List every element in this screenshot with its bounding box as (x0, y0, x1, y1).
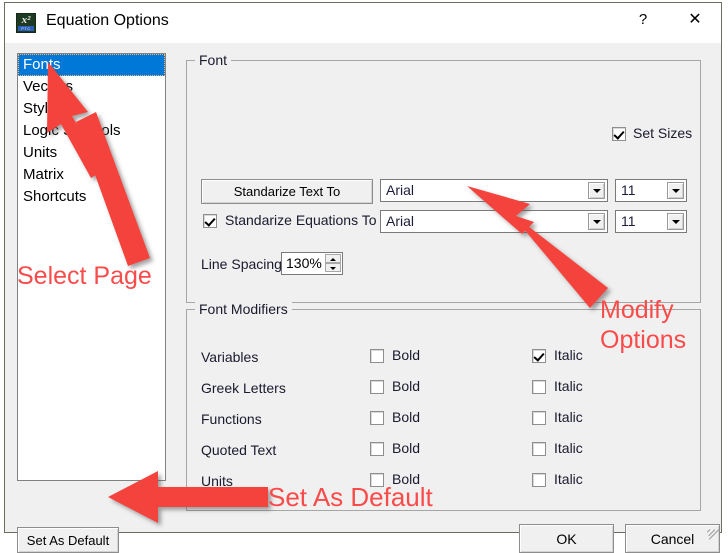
greek-letters-italic-checkbox[interactable] (532, 380, 546, 394)
spinner-buttons[interactable] (325, 254, 341, 273)
quoted-text-bold-checkbox[interactable] (370, 442, 384, 456)
sidebar-item-styles[interactable]: Styles (18, 98, 165, 120)
standarize-text-font-combo[interactable]: Arial (380, 179, 608, 202)
line-spacing-stepper[interactable]: 130% (281, 252, 343, 275)
variables-bold-checkbox[interactable] (370, 349, 384, 363)
sidebar-item-logic-symbols[interactable]: Logic Symbols (18, 120, 165, 142)
set-sizes-label: Set Sizes (633, 125, 693, 141)
equation-app-icon: x² PTC (16, 13, 36, 33)
modifier-row-label-variables: Variables (201, 349, 259, 365)
chevron-down-icon[interactable] (667, 182, 684, 199)
functions-bold-label: Bold (392, 409, 421, 425)
standarize-equations-label: Standarize Equations To (225, 212, 377, 228)
standarize-equations-checkbox[interactable] (203, 214, 217, 228)
sidebar-item-shortcuts[interactable]: Shortcuts (18, 186, 165, 208)
resize-grip[interactable] (706, 517, 720, 540)
modifier-row-label-units: Units (201, 473, 233, 489)
help-icon[interactable]: ? (621, 5, 665, 35)
standarize-equations-font-combo[interactable]: Arial (380, 210, 608, 233)
app-icon-band: PTC (18, 26, 34, 31)
modifier-row-label-functions: Functions (201, 411, 262, 427)
font-group-title: Font (195, 52, 232, 68)
units-italic-checkbox[interactable] (532, 473, 546, 487)
annotation-modify-line2: Options (600, 326, 687, 354)
functions-italic-label: Italic (554, 409, 583, 425)
modifier-row-label-quoted-text: Quoted Text (201, 442, 277, 458)
set-sizes-checkbox[interactable] (612, 127, 626, 141)
font-group: Font Set Sizes Standarize Text To Arial … (186, 52, 701, 303)
functions-bold-checkbox[interactable] (370, 411, 384, 425)
greek-letters-italic-label: Italic (554, 378, 583, 394)
standarize-equations-font-value: Arial (386, 213, 415, 229)
annotation-set-as-default: Set As Default (268, 482, 433, 512)
greek-letters-bold-checkbox[interactable] (370, 380, 384, 394)
line-spacing-value: 130% (286, 255, 322, 271)
quoted-text-bold-label: Bold (392, 440, 421, 456)
annotation-modify-options: Modify Options (600, 295, 686, 355)
annotation-modify-line1: Modify (600, 296, 674, 324)
quoted-text-italic-checkbox[interactable] (532, 442, 546, 456)
variables-italic-label: Italic (554, 347, 583, 363)
chevron-down-icon[interactable] (588, 213, 605, 230)
variables-italic-checkbox[interactable] (532, 349, 546, 363)
greek-letters-bold-label: Bold (392, 378, 421, 394)
spinner-up-icon[interactable] (325, 254, 341, 263)
sidebar-item-units[interactable]: Units (18, 142, 165, 164)
sidebar-item-vectors[interactable]: Vectors (18, 76, 165, 98)
ok-button[interactable]: OK (519, 524, 614, 553)
standarize-text-size-combo[interactable]: 11 (615, 179, 687, 202)
set-as-default-button[interactable]: Set As Default (17, 527, 119, 553)
app-icon-glyph: x² (21, 14, 31, 26)
page-title: Equation Options (46, 12, 169, 29)
functions-italic-checkbox[interactable] (532, 411, 546, 425)
line-spacing-label: Line Spacing (201, 256, 282, 272)
sidebar-item-fonts[interactable]: Fonts (18, 54, 165, 76)
title-bar: x² PTC Equation Options ? ✕ (5, 3, 721, 43)
chevron-down-icon[interactable] (667, 213, 684, 230)
variables-bold-label: Bold (392, 347, 421, 363)
standarize-text-to-button[interactable]: Standarize Text To (201, 179, 373, 204)
standarize-text-size-value: 11 (621, 182, 636, 198)
sidebar-item-matrix[interactable]: Matrix (18, 164, 165, 186)
modifier-row-label-greek-letters: Greek Letters (201, 380, 286, 396)
close-icon[interactable]: ✕ (673, 5, 717, 35)
font-modifiers-group-title: Font Modifiers (195, 301, 292, 317)
spinner-down-icon[interactable] (325, 263, 341, 272)
annotation-select-page: Select Page (17, 262, 152, 290)
standarize-equations-size-value: 11 (621, 213, 636, 229)
units-italic-label: Italic (554, 471, 583, 487)
quoted-text-italic-label: Italic (554, 440, 583, 456)
standarize-equations-size-combo[interactable]: 11 (615, 210, 687, 233)
standarize-text-font-value: Arial (386, 182, 415, 198)
chevron-down-icon[interactable] (588, 182, 605, 199)
